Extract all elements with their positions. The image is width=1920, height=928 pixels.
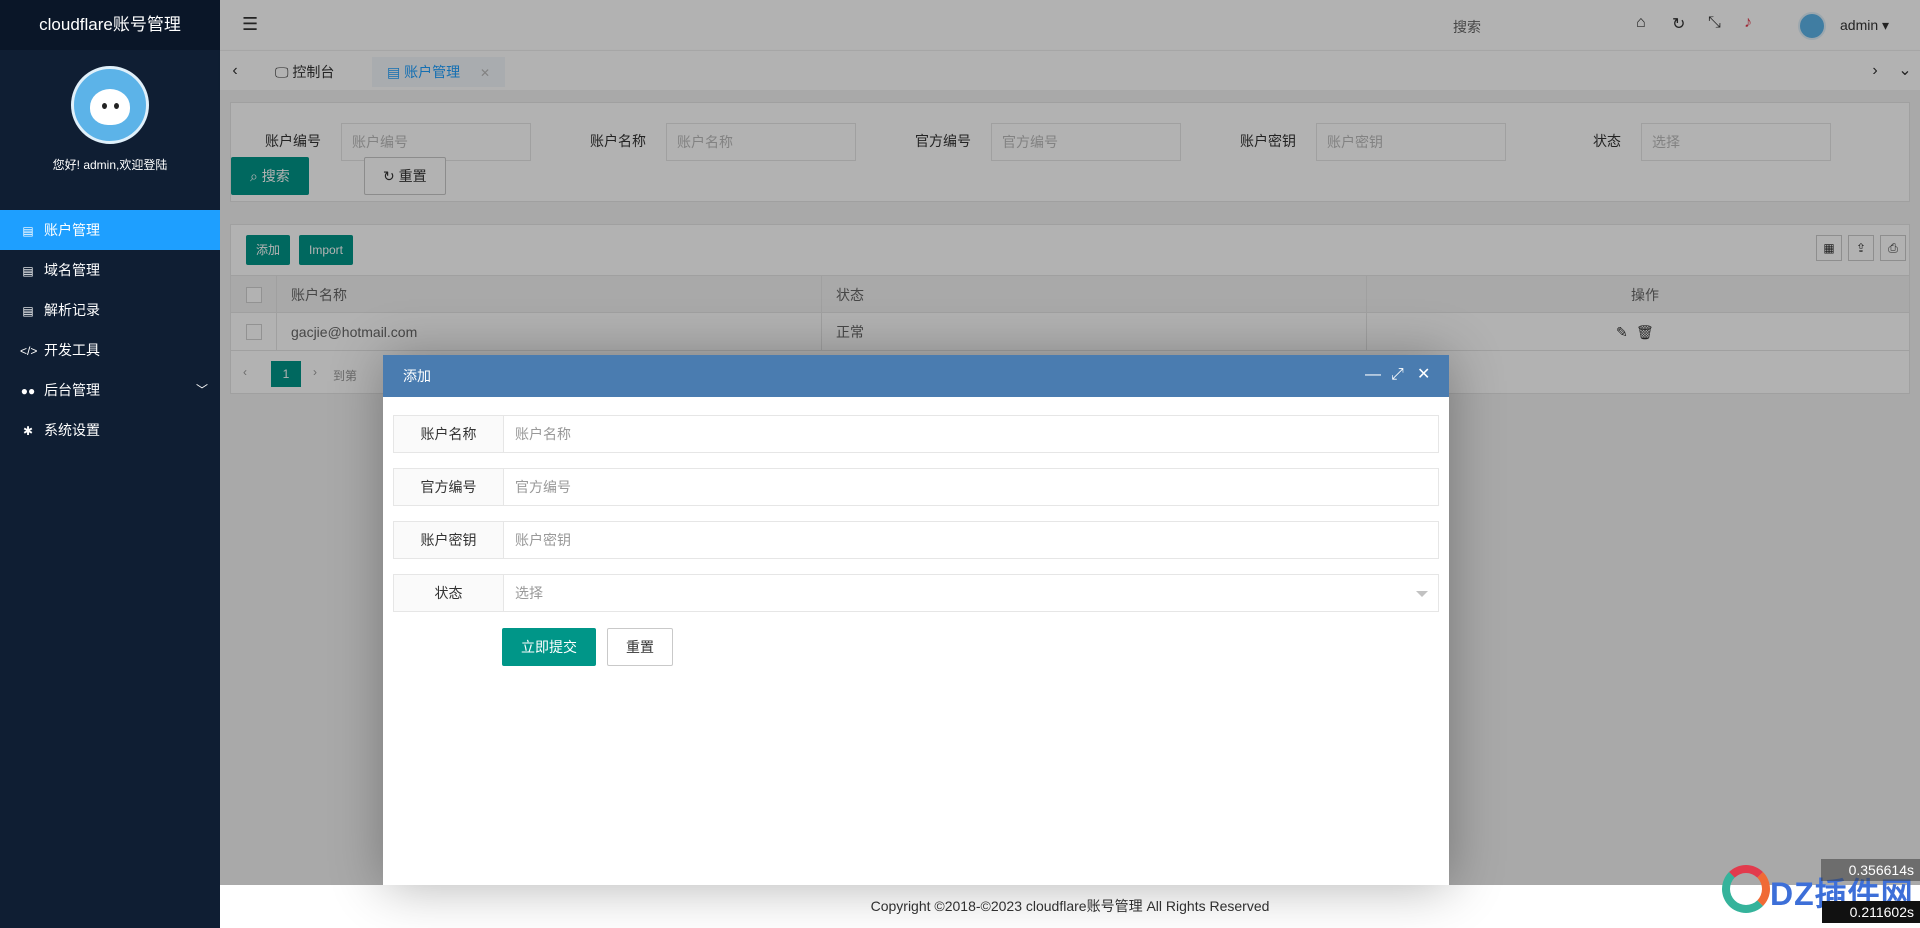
avatar[interactable] — [71, 66, 149, 144]
sidebar-item-dev-tools[interactable]: </> 开发工具 — [0, 330, 220, 370]
timing-2: 0.211602s — [1821, 901, 1920, 923]
code-icon: </> — [20, 344, 38, 358]
account-key-input[interactable]: 账户密钥 — [505, 522, 1438, 558]
close-icon[interactable]: ✕ — [1417, 365, 1430, 385]
official-id-input[interactable]: 官方编号 — [505, 469, 1438, 505]
avatar-face-icon — [90, 89, 130, 125]
book-icon: ▤ — [22, 264, 34, 278]
field-label: 账户密钥 — [394, 522, 504, 558]
timing-1: 0.356614s — [1820, 859, 1920, 881]
watermark: DZ插件网 0.356614s 0.211602s — [1708, 855, 1920, 928]
book-icon: ▤ — [22, 304, 34, 318]
sidebar: cloudflare账号管理 您好! admin,欢迎登陆 ▤ 账户管理 ▤ 域名管… — [0, 0, 220, 928]
dialog-title: 添加 — [383, 355, 1449, 397]
book-icon: ▤ — [22, 224, 34, 238]
maximize-icon[interactable]: ⤢ — [1391, 365, 1404, 385]
users-icon: ●● — [20, 384, 36, 398]
sidebar-item-domains[interactable]: ▤ 域名管理 — [0, 250, 220, 290]
form-row-account-name: 账户名称 账户名称 — [393, 415, 1439, 453]
dialog-reset-button[interactable]: 重置 — [607, 628, 673, 666]
chevron-down-icon: ﹀ — [195, 383, 208, 397]
sidebar-item-settings[interactable]: ✱ 系统设置 — [0, 410, 220, 450]
sidebar-item-admin[interactable]: ●● 后台管理 ﹀ — [0, 370, 220, 410]
sidebar-item-accounts[interactable]: ▤ 账户管理 — [0, 210, 220, 250]
add-dialog: 添加 — ⤢ ✕ 账户名称 账户名称 官方编号 官方编号 账户密钥 账户密钥 状… — [383, 355, 1449, 885]
form-row-status: 状态 选择 — [393, 574, 1439, 612]
chevron-down-icon — [1416, 591, 1428, 597]
field-label: 账户名称 — [394, 416, 504, 452]
status-select[interactable]: 选择 — [505, 575, 1438, 611]
field-label: 官方编号 — [394, 469, 504, 505]
user-profile: 您好! admin,欢迎登陆 — [0, 50, 220, 210]
watermark-logo-icon — [1722, 865, 1770, 913]
welcome-text: 您好! admin,欢迎登陆 — [52, 158, 168, 172]
form-row-official-id: 官方编号 官方编号 — [393, 468, 1439, 506]
account-name-input[interactable]: 账户名称 — [505, 416, 1438, 452]
gear-icon: ✱ — [22, 424, 34, 438]
app-logo-title[interactable]: cloudflare账号管理 — [0, 0, 220, 50]
form-row-account-key: 账户密钥 账户密钥 — [393, 521, 1439, 559]
field-label: 状态 — [394, 575, 504, 611]
sidebar-item-dns-records[interactable]: ▤ 解析记录 — [0, 290, 220, 330]
minimize-icon[interactable]: — — [1365, 365, 1381, 385]
submit-button[interactable]: 立即提交 — [502, 628, 596, 666]
footer: Copyright ©2018-©2023 cloudflare账号管理 All… — [220, 885, 1920, 928]
